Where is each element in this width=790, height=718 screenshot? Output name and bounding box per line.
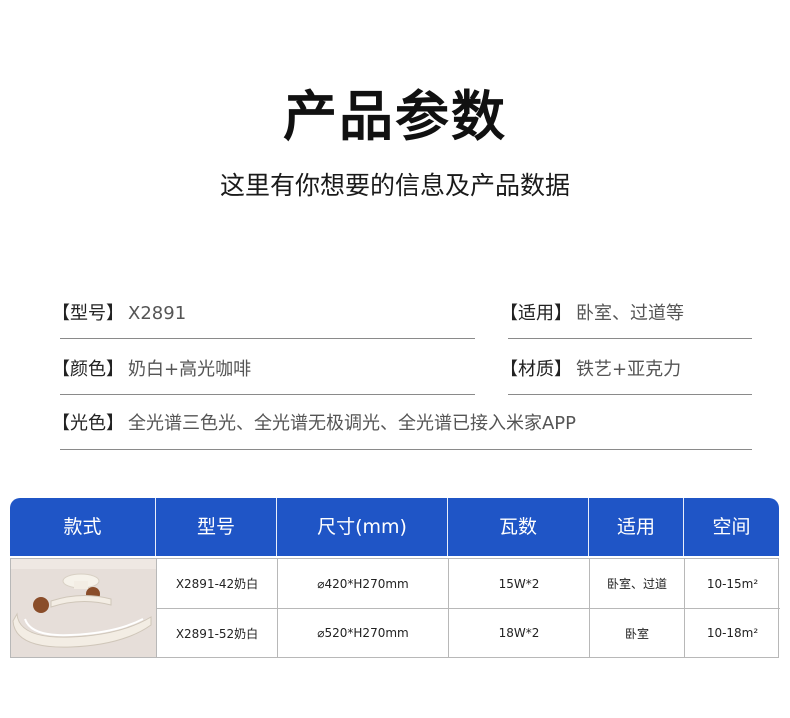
spec-color: 【颜色】 奶白+高光咖啡 bbox=[52, 355, 251, 385]
spec-usage: 【适用】 卧室、过道等 bbox=[500, 299, 684, 329]
spec-color-value: 奶白+高光咖啡 bbox=[128, 359, 252, 380]
divider bbox=[60, 449, 752, 450]
col-header-style: 款式 bbox=[63, 516, 102, 538]
col-header-size: 尺寸(mm) bbox=[317, 516, 407, 538]
row1-usage: 卧室、过道 bbox=[606, 577, 667, 591]
col-header-watt: 瓦数 bbox=[498, 516, 537, 538]
spec-material: 【材质】 铁艺+亚克力 bbox=[500, 355, 681, 385]
spec-model-value: X2891 bbox=[128, 303, 187, 324]
spec-model: 【型号】 X2891 bbox=[52, 299, 186, 329]
table-header: 款式 型号 尺寸(mm) 瓦数 适用 空间 bbox=[10, 498, 779, 556]
row2-size: ⌀520*H270mm bbox=[317, 626, 409, 640]
row2-model: X2891-52奶白 bbox=[175, 626, 259, 641]
row1-watt: 15W*2 bbox=[498, 576, 540, 591]
spec-material-value: 铁艺+亚克力 bbox=[576, 359, 682, 380]
spec-light: 【光色】 全光谱三色光、全光谱无极调光、全光谱已接入米家APP bbox=[52, 409, 576, 439]
ceiling-fan-lamp-illustration bbox=[11, 559, 156, 657]
row2-usage: 卧室 bbox=[624, 626, 649, 641]
row1-model: X2891-42奶白 bbox=[175, 577, 259, 591]
row2-watt: 18W*2 bbox=[498, 626, 540, 640]
spec-usage-label: 【适用】 bbox=[500, 303, 572, 324]
spec-material-label: 【材质】 bbox=[500, 359, 572, 380]
row1-space: 10-15m² bbox=[706, 576, 759, 591]
col-header-model: 型号 bbox=[196, 516, 235, 538]
col-header-space: 空间 bbox=[712, 516, 751, 538]
spec-light-value: 全光谱三色光、全光谱无极调光、全光谱已接入米家APP bbox=[128, 413, 577, 434]
page-title: 产品参数 bbox=[283, 85, 507, 148]
spec-usage-value: 卧室、过道等 bbox=[576, 303, 684, 324]
row2-space: 10-18m² bbox=[706, 626, 759, 640]
divider bbox=[60, 338, 475, 339]
col-header-usage: 适用 bbox=[616, 516, 655, 538]
product-image bbox=[11, 559, 156, 657]
spec-color-label: 【颜色】 bbox=[52, 359, 124, 380]
divider bbox=[508, 394, 752, 395]
spec-light-label: 【光色】 bbox=[52, 413, 124, 434]
divider bbox=[508, 338, 752, 339]
spec-model-label: 【型号】 bbox=[52, 303, 124, 324]
spec-table: X2891-42奶白 ⌀420*H270mm 15W*2 卧室、过道 10-15… bbox=[10, 558, 780, 658]
page-subtitle: 这里有你想要的信息及产品数据 bbox=[219, 171, 570, 200]
divider bbox=[60, 394, 475, 395]
row1-size: ⌀420*H270mm bbox=[317, 576, 409, 591]
